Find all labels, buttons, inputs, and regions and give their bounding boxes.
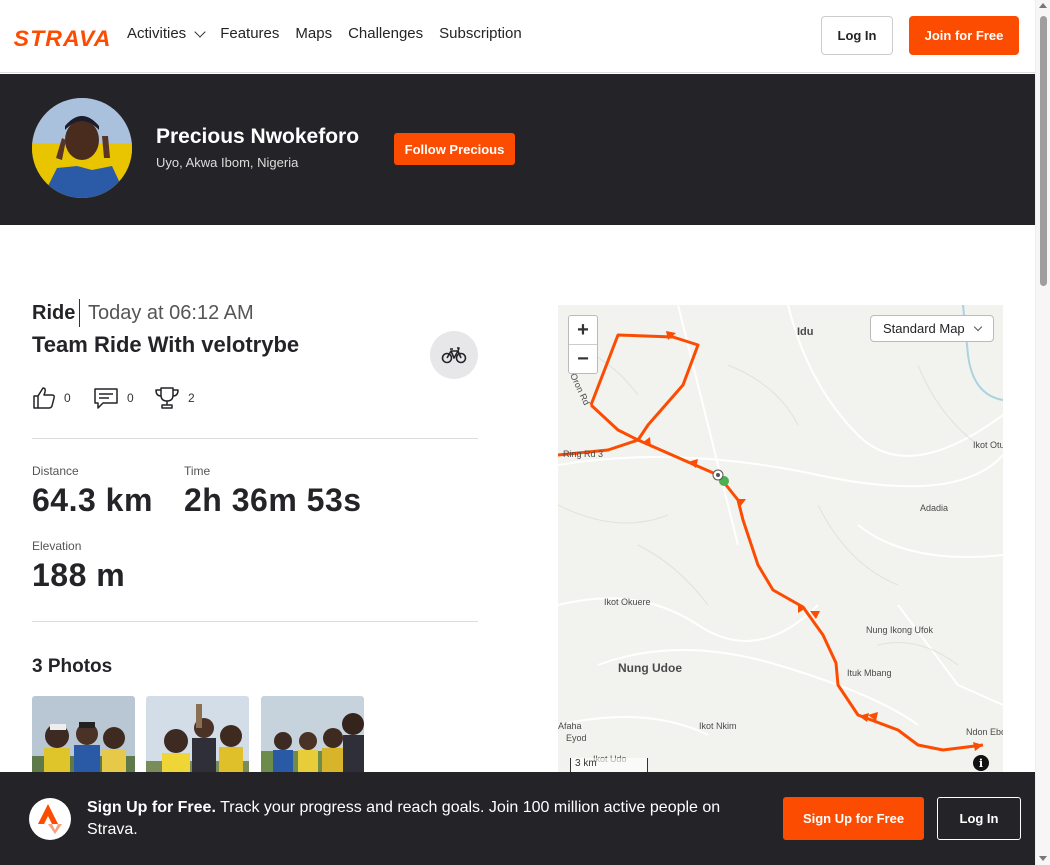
divider — [32, 621, 478, 622]
strava-logo[interactable]: STRAVA — [14, 26, 112, 52]
athlete-header: Precious Nwokeforo Uyo, Akwa Ibom, Niger… — [0, 74, 1035, 225]
zoom-out-button[interactable]: − — [569, 345, 597, 374]
elevation-label: Elevation — [32, 539, 82, 553]
strava-logo-icon — [29, 798, 71, 840]
athlete-avatar[interactable] — [32, 98, 132, 198]
map-canvas[interactable]: Idu Ikot Otu Adadia Ikot Okuere Nung Iko… — [558, 305, 1003, 795]
time-label: Time — [184, 464, 211, 478]
nav-activities[interactable]: Activities — [127, 25, 206, 42]
place-label: Ituk Mbang — [847, 668, 892, 678]
activity-divider — [79, 299, 80, 327]
trophy-icon — [155, 387, 179, 409]
place-label: Nung Ikong Ufok — [866, 625, 934, 635]
kudos-button[interactable]: 0 — [32, 386, 71, 410]
place-label: Idu — [797, 326, 814, 338]
distance-label: Distance — [32, 464, 79, 478]
map-type-label: Standard Map — [883, 321, 965, 336]
banner-bold-text: Sign Up for Free. — [87, 799, 216, 816]
join-button[interactable]: Join for Free — [909, 16, 1019, 55]
page: STRAVA Activities Features Maps Challeng… — [0, 0, 1050, 865]
signup-button[interactable]: Sign Up for Free — [783, 797, 924, 840]
chevron-down-icon — [194, 25, 206, 38]
nav-links: Activities Features Maps Challenges Subs… — [127, 25, 522, 42]
nav-maps[interactable]: Maps — [295, 25, 332, 42]
comment-icon — [94, 388, 118, 409]
activity-type: Ride — [32, 302, 76, 324]
athlete-location: Uyo, Akwa Ibom, Nigeria — [156, 155, 299, 170]
place-label: Eyod — [566, 733, 587, 743]
login-button[interactable]: Log In — [821, 16, 893, 55]
comments-button[interactable]: 0 — [93, 386, 134, 410]
nav-challenges[interactable]: Challenges — [348, 25, 423, 42]
sport-badge — [430, 331, 478, 379]
elevation-value: 188 m — [32, 557, 126, 593]
activity-date: Today at 06:12 AM — [88, 302, 254, 324]
nav-features[interactable]: Features — [220, 25, 279, 42]
map-type-select[interactable]: Standard Map — [870, 315, 994, 342]
athlete-name[interactable]: Precious Nwokeforo — [156, 125, 359, 149]
scrollbar[interactable] — [1035, 0, 1050, 865]
info-icon[interactable]: i — [973, 755, 989, 771]
thumbs-up-icon — [33, 387, 55, 409]
bike-icon — [441, 347, 467, 364]
place-label: Ikot Okuere — [604, 597, 651, 607]
achievements-count: 2 — [188, 391, 195, 405]
nav-activities-label: Activities — [127, 25, 187, 42]
place-label: Ikot Otu — [973, 440, 1003, 450]
place-label: Ring Rd 3 — [563, 449, 603, 459]
place-label: Ndon Ebo — [966, 727, 1003, 737]
photos-title: 3 Photos — [32, 656, 113, 677]
divider — [32, 438, 478, 439]
follow-button[interactable]: Follow Precious — [394, 133, 515, 165]
kudos-count: 0 — [64, 391, 71, 405]
distance-value: 64.3 km — [32, 482, 153, 518]
signup-banner: Sign Up for Free. Track your progress an… — [0, 772, 1035, 865]
time-value: 2h 36m 53s — [184, 482, 362, 518]
banner-login-button[interactable]: Log In — [937, 797, 1021, 840]
banner-text: Sign Up for Free. Track your progress an… — [87, 797, 757, 841]
scroll-down-arrow-icon[interactable] — [1039, 856, 1047, 861]
zoom-in-button[interactable]: + — [569, 316, 597, 345]
place-label: Nung Udoe — [618, 661, 682, 675]
top-nav: STRAVA Activities Features Maps Challeng… — [0, 0, 1035, 73]
chevron-down-icon — [973, 322, 982, 331]
place-label: Ikot Nkim — [699, 721, 737, 731]
comments-count: 0 — [127, 391, 134, 405]
route-map[interactable]: Idu Ikot Otu Adadia Ikot Okuere Nung Iko… — [558, 305, 1003, 795]
zoom-control: + − — [568, 315, 598, 374]
scrollbar-thumb[interactable] — [1040, 16, 1047, 286]
scroll-up-arrow-icon[interactable] — [1039, 3, 1047, 8]
activity-title: Team Ride With velotrybe — [32, 332, 300, 357]
place-label: Afaha — [558, 721, 582, 731]
place-label: Adadia — [920, 503, 948, 513]
achievements-button[interactable]: 2 — [154, 386, 195, 410]
nav-subscription[interactable]: Subscription — [439, 25, 522, 42]
